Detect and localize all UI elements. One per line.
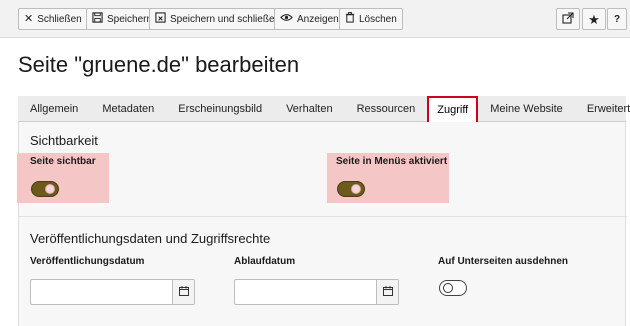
calendar-icon	[178, 283, 189, 301]
star-icon: ★	[588, 11, 600, 27]
delete-button[interactable]: Löschen	[339, 8, 403, 30]
save-and-close-label: Speichern und schließen	[170, 13, 281, 25]
eye-icon	[280, 13, 293, 25]
tab-behavior[interactable]: Verhalten	[274, 96, 344, 122]
menu-active-label: Seite in Menüs aktiviert	[336, 156, 448, 167]
toggle-knob	[443, 283, 453, 293]
page-visible-toggle[interactable]	[31, 181, 59, 197]
favorite-button[interactable]: ★	[582, 8, 606, 30]
tab-appearance[interactable]: Erscheinungsbild	[166, 96, 274, 122]
save-and-close-button[interactable]: Speichern und schließen	[149, 8, 287, 30]
save-close-icon	[155, 12, 166, 26]
tab-metadata[interactable]: Metadaten	[90, 96, 166, 122]
help-button[interactable]: ?	[607, 8, 627, 30]
page-visible-label: Seite sichtbar	[30, 156, 96, 167]
extend-to-subpages-toggle[interactable]	[439, 280, 467, 296]
tab-general[interactable]: Allgemein	[18, 96, 90, 122]
save-button-label: Speichern	[107, 13, 153, 25]
toolbar: ✕ Schließen Speichern Speichern und schl…	[0, 0, 630, 38]
visibility-section-title: Sichtbarkeit	[30, 133, 98, 148]
publish-date-label: Veröffentlichungsdatum	[30, 256, 145, 267]
close-icon: ✕	[24, 12, 34, 25]
expiry-date-field	[234, 279, 399, 305]
publish-date-field	[30, 279, 195, 305]
page-title: Seite "gruene.de" bearbeiten	[18, 52, 300, 77]
menu-active-toggle[interactable]	[337, 181, 365, 197]
publish-date-calendar-button[interactable]	[172, 280, 194, 304]
toggle-knob	[45, 184, 55, 194]
extend-to-subpages-label: Auf Unterseiten ausdehnen	[438, 256, 569, 267]
toggle-knob	[351, 184, 361, 194]
expiry-date-label: Ablaufdatum	[234, 256, 296, 267]
tab-my-website[interactable]: Meine Website	[478, 96, 575, 122]
save-icon	[92, 12, 103, 26]
view-button-label: Anzeigen	[297, 13, 339, 25]
close-button[interactable]: ✕ Schließen	[18, 8, 88, 30]
open-external-button[interactable]	[556, 8, 580, 30]
view-button[interactable]: Anzeigen	[274, 8, 345, 30]
tab-advanced[interactable]: Erweitert	[575, 96, 630, 122]
expiry-date-input[interactable]	[235, 280, 398, 304]
calendar-icon	[382, 283, 393, 301]
publishing-section-title: Veröffentlichungsdaten und Zugriffsrecht…	[30, 231, 271, 246]
section-divider	[19, 216, 627, 217]
tab-resources[interactable]: Ressourcen	[345, 96, 428, 122]
tab-bar: Allgemein Metadaten Erscheinungsbild Ver…	[18, 95, 630, 124]
save-button[interactable]: Speichern	[86, 8, 159, 30]
expiry-date-calendar-button[interactable]	[376, 280, 398, 304]
access-panel: Sichtbarkeit Seite sichtbar Seite in Men…	[17, 122, 627, 326]
delete-button-label: Löschen	[359, 13, 397, 25]
help-label: ?	[613, 13, 621, 25]
publish-date-input[interactable]	[31, 280, 194, 304]
close-button-label: Schließen	[37, 13, 82, 25]
trash-icon	[345, 12, 355, 26]
external-link-icon	[562, 11, 574, 27]
tab-access[interactable]: Zugriff	[427, 95, 479, 124]
